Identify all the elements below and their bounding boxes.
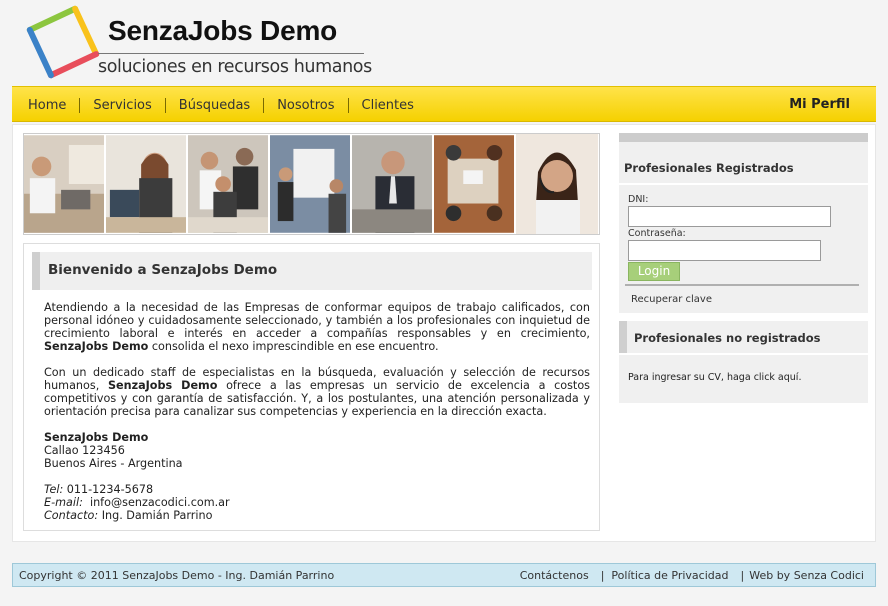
welcome-paragraph-1: Atendiendo a la necesidad de las Empresa… [44, 301, 590, 353]
contact-city: Buenos Aires - Argentina [44, 457, 183, 470]
footer-separator: | [740, 569, 745, 582]
footer-web-by-label: Web by [749, 569, 791, 582]
nav-item-busquedas[interactable]: Búsquedas [164, 97, 263, 113]
welcome-title: Bienvenido a SenzaJobs Demo [48, 262, 278, 278]
contact-tel-label: Tel: [44, 483, 64, 496]
contact-address: Callao 123456 [44, 444, 125, 457]
banner-photo-team-meeting [188, 134, 270, 234]
contact-tel-line: Tel: 011-1234-5678 [44, 483, 590, 496]
unregistered-box-title: Profesionales no registrados [634, 331, 821, 345]
contact-person-line: Contacto: Ing. Damián Parrino [44, 509, 590, 522]
welcome-paragraph-2: Con un dedicado staff de especialistas e… [44, 366, 590, 418]
welcome-paragraph-1-end: consolida el nexo imprescindible en ese … [148, 340, 439, 353]
contact-tel: 011-1234-5678 [66, 483, 154, 496]
welcome-body: Atendiendo a la necesidad de las Empresa… [44, 301, 590, 522]
footer-web-by-link[interactable]: Senza Codici [794, 569, 864, 582]
photo-banner [23, 133, 600, 235]
contact-person: Ing. Damián Parrino [101, 509, 213, 522]
unregistered-box-header: Profesionales no registrados [619, 321, 868, 353]
banner-photo-presentation [270, 134, 352, 234]
nav-item-servicios[interactable]: Servicios [79, 97, 164, 113]
login-box-title: Profesionales Registrados [624, 161, 794, 175]
footer-links: Contáctenos | Política de Privacidad | W… [520, 569, 864, 582]
sidebar-top-bar [619, 133, 868, 142]
banner-photo-call-center-agent [516, 134, 598, 234]
banner-photo-businessman [352, 134, 434, 234]
contact-company: SenzaJobs Demo [44, 431, 149, 444]
login-button[interactable]: Login [628, 262, 680, 281]
nav-item-clientes[interactable]: Clientes [347, 97, 427, 113]
nav-item-home[interactable]: Home [28, 98, 79, 113]
content-wrapper: Bienvenido a SenzaJobs Demo Atendiendo a… [12, 124, 876, 542]
banner-photo-desk-overhead [434, 134, 516, 234]
footer-copyright: Copyright © 2011 SenzaJobs Demo - Ing. D… [19, 569, 335, 582]
password-input[interactable] [628, 240, 821, 261]
login-box-divider [619, 183, 868, 185]
footer-contact-link[interactable]: Contáctenos [520, 569, 589, 582]
logo-subtitle: soluciones en recursos humanos [98, 57, 372, 77]
welcome-box: Bienvenido a SenzaJobs Demo Atendiendo a… [23, 243, 600, 531]
unregistered-box: Profesionales no registrados Para ingres… [619, 321, 868, 403]
logo-divider [98, 53, 364, 54]
unregistered-cv-link[interactable]: click aquí [754, 372, 799, 383]
login-box-separator [625, 284, 859, 286]
unregistered-box-divider [619, 353, 868, 355]
nav-list: Home Servicios Búsquedas Nosotros Client… [28, 87, 427, 123]
contact-email-line: E-mail: info@senzacodici.com.ar [44, 496, 590, 509]
password-label: Contraseña: [628, 228, 686, 239]
logo-title: SenzaJobs Demo [108, 15, 338, 46]
unregistered-cv-prefix: Para ingresar su CV, haga [628, 372, 754, 383]
contact-block: SenzaJobs Demo Callao 123456 Buenos Aire… [44, 431, 590, 522]
welcome-paragraph-1-text: Atendiendo a la necesidad de las Empresa… [44, 301, 590, 340]
footer: Copyright © 2011 SenzaJobs Demo - Ing. D… [12, 563, 876, 587]
footer-privacy-link[interactable]: Política de Privacidad [611, 569, 728, 582]
recover-password-link[interactable]: Recuperar clave [631, 294, 712, 305]
dni-input[interactable] [628, 206, 831, 227]
nav-item-mi-perfil[interactable]: Mi Perfil [789, 97, 850, 112]
unregistered-cv-text: Para ingresar su CV, haga click aquí. [628, 372, 801, 383]
logo-mark-icon [26, 5, 100, 79]
banner-photo-office-workers [24, 134, 106, 234]
main-nav: Home Servicios Búsquedas Nosotros Client… [12, 86, 876, 122]
welcome-header: Bienvenido a SenzaJobs Demo [32, 252, 592, 290]
banner-photo-woman-at-computer [106, 134, 188, 234]
contact-spacer [44, 470, 590, 483]
welcome-paragraph-2-brand: SenzaJobs Demo [107, 379, 218, 392]
contact-email-label: E-mail: [44, 496, 83, 509]
contact-person-label: Contacto: [44, 509, 99, 522]
site-logo[interactable]: SenzaJobs Demo soluciones en recursos hu… [24, 3, 372, 83]
unregistered-cv-end: . [798, 372, 802, 383]
nav-item-nosotros[interactable]: Nosotros [263, 97, 347, 113]
sidebar: Profesionales Registrados DNI: Contraseñ… [619, 133, 868, 403]
footer-separator: | [600, 569, 605, 582]
contact-email[interactable]: info@senzacodici.com.ar [90, 496, 230, 509]
welcome-paragraph-1-brand: SenzaJobs Demo [44, 340, 149, 353]
dni-label: DNI: [628, 194, 649, 205]
login-box: Profesionales Registrados DNI: Contraseñ… [619, 142, 868, 313]
